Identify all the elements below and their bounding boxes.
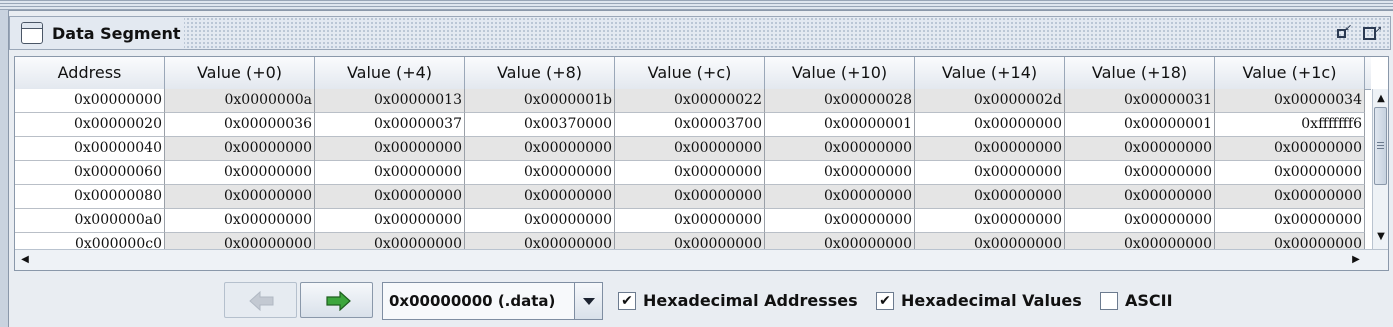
value-cell[interactable]: 0x00000000: [165, 161, 315, 185]
value-cell[interactable]: 0x00000000: [765, 209, 915, 233]
minimize-icon[interactable]: ↙: [1334, 20, 1352, 42]
value-cell[interactable]: 0x00000031: [1065, 89, 1215, 113]
value-cell[interactable]: 0x00000000: [465, 209, 615, 233]
value-cell[interactable]: 0x00000036: [165, 113, 315, 137]
value-cell[interactable]: 0x00000000: [315, 209, 465, 233]
value-cell[interactable]: 0x00000000: [1065, 209, 1215, 233]
value-cell[interactable]: 0x00000000: [615, 209, 765, 233]
value-cell[interactable]: 0x00000034: [1215, 89, 1365, 113]
value-cell[interactable]: 0x00000000: [165, 209, 315, 233]
value-cell[interactable]: 0x00370000: [465, 113, 615, 137]
hex-addresses-checkbox[interactable]: ✔: [618, 292, 636, 310]
value-cell[interactable]: 0x00000000: [1065, 185, 1215, 209]
hex-values-checkbox[interactable]: ✔: [876, 292, 894, 310]
value-cell[interactable]: 0x00000000: [1215, 185, 1365, 209]
next-button[interactable]: [300, 282, 373, 318]
column-header-value[interactable]: Value (+1c): [1215, 57, 1365, 89]
value-cell[interactable]: 0x00000028: [765, 89, 915, 113]
scroll-right-icon[interactable]: ▶: [1348, 252, 1364, 268]
table-row[interactable]: 0x00000060 0x00000000 0x00000000 0x00000000…: [15, 161, 1367, 185]
table-header: Address Value (+0) Value (+4) Value (+8) Val…: [15, 57, 1371, 90]
value-cell[interactable]: 0x00000000: [615, 161, 765, 185]
prev-button[interactable]: [224, 282, 297, 318]
column-header-value[interactable]: Value (+4): [315, 57, 465, 89]
segment-selector-value: 0x00000000 (.data): [389, 292, 556, 310]
value-cell[interactable]: 0x00000000: [915, 113, 1065, 137]
column-header-value[interactable]: Value (+14): [915, 57, 1065, 89]
chevron-down-icon[interactable]: [574, 283, 602, 319]
vertical-scrollbar[interactable]: ▲ ▼: [1372, 89, 1388, 249]
value-cell[interactable]: 0x00000000: [465, 161, 615, 185]
table-row[interactable]: 0x00000040 0x00000000 0x00000000 0x00000000…: [15, 137, 1367, 161]
value-cell[interactable]: 0x00000000: [915, 185, 1065, 209]
table-row[interactable]: 0x00000020 0x00000036 0x00000037 0x00370000…: [15, 113, 1367, 137]
column-header-value[interactable]: Value (+c): [615, 57, 765, 89]
column-header-address[interactable]: Address: [15, 57, 165, 89]
address-cell: 0x00000040: [15, 137, 165, 161]
value-cell[interactable]: 0x00000013: [315, 89, 465, 113]
table-row[interactable]: 0x00000000 0x0000000a 0x00000013 0x0000001b…: [15, 89, 1367, 113]
value-cell[interactable]: 0x00000000: [1215, 137, 1365, 161]
table-body: 0x00000000 0x0000000a 0x00000013 0x0000001b…: [15, 89, 1367, 257]
value-cell[interactable]: 0x0000002d: [915, 89, 1065, 113]
value-cell[interactable]: 0x0000001b: [465, 89, 615, 113]
ascii-label: ASCII: [1125, 291, 1173, 310]
column-header-value[interactable]: Value (+10): [765, 57, 915, 89]
ascii-checkbox[interactable]: [1100, 292, 1118, 310]
data-table: Address Value (+0) Value (+4) Value (+8) Val…: [14, 56, 1389, 271]
value-cell[interactable]: 0x00000000: [765, 161, 915, 185]
value-cell[interactable]: 0x00000000: [1065, 161, 1215, 185]
value-cell[interactable]: 0x00000000: [915, 209, 1065, 233]
scroll-down-icon[interactable]: ▼: [1373, 229, 1388, 245]
horizontal-scrollbar[interactable]: ◀ ▶: [15, 249, 1388, 270]
value-cell[interactable]: 0x00000000: [615, 185, 765, 209]
value-cell[interactable]: 0x00000001: [1065, 113, 1215, 137]
address-cell: 0x00000080: [15, 185, 165, 209]
value-cell[interactable]: 0x00000000: [1215, 161, 1365, 185]
value-cell[interactable]: 0x00000001: [765, 113, 915, 137]
column-header-value[interactable]: Value (+0): [165, 57, 315, 89]
arrow-right-icon: [326, 291, 351, 311]
value-cell[interactable]: 0x00000000: [315, 137, 465, 161]
value-cell[interactable]: 0x00000037: [315, 113, 465, 137]
value-cell[interactable]: 0x00000000: [165, 137, 315, 161]
address-cell: 0x00000000: [15, 89, 165, 113]
table-row[interactable]: 0x00000080 0x00000000 0x00000000 0x00000000…: [15, 185, 1367, 209]
value-cell[interactable]: 0x00000000: [915, 161, 1065, 185]
value-cell[interactable]: 0x00000000: [1215, 209, 1365, 233]
value-cell[interactable]: 0x00000000: [315, 185, 465, 209]
arrow-left-icon: [249, 291, 274, 311]
column-header-value[interactable]: Value (+8): [465, 57, 615, 89]
hex-addresses-label: Hexadecimal Addresses: [643, 291, 858, 310]
value-cell[interactable]: 0x00000000: [465, 185, 615, 209]
value-cell[interactable]: 0x00000022: [615, 89, 765, 113]
value-cell[interactable]: 0xfffffff6: [1215, 113, 1365, 137]
scroll-left-icon[interactable]: ◀: [17, 252, 33, 268]
window-title: Data Segment: [52, 24, 181, 43]
maximize-icon[interactable]: ↗: [1362, 20, 1382, 42]
scroll-thumb[interactable]: [1374, 107, 1387, 185]
value-cell[interactable]: 0x00000000: [315, 161, 465, 185]
address-cell: 0x000000a0: [15, 209, 165, 233]
value-cell[interactable]: 0x00000000: [615, 137, 765, 161]
title-bar[interactable]: [9, 16, 1391, 50]
top-border-strip: [0, 0, 1393, 10]
address-cell: 0x00000020: [15, 113, 165, 137]
value-cell[interactable]: 0x00000000: [1065, 137, 1215, 161]
value-cell[interactable]: 0x0000000a: [165, 89, 315, 113]
segment-selector[interactable]: 0x00000000 (.data): [382, 282, 603, 320]
value-cell[interactable]: 0x00000000: [165, 185, 315, 209]
address-cell: 0x00000060: [15, 161, 165, 185]
value-cell[interactable]: 0x00000000: [465, 137, 615, 161]
scroll-up-icon[interactable]: ▲: [1373, 91, 1388, 107]
value-cell[interactable]: 0x00000000: [765, 185, 915, 209]
table-row[interactable]: 0x000000a0 0x00000000 0x00000000 0x00000000…: [15, 209, 1367, 233]
window-icon: [21, 22, 43, 44]
hex-values-label: Hexadecimal Values: [901, 291, 1082, 310]
column-header-value[interactable]: Value (+18): [1065, 57, 1215, 89]
value-cell[interactable]: 0x00000000: [915, 137, 1065, 161]
value-cell[interactable]: 0x00003700: [615, 113, 765, 137]
value-cell[interactable]: 0x00000000: [765, 137, 915, 161]
